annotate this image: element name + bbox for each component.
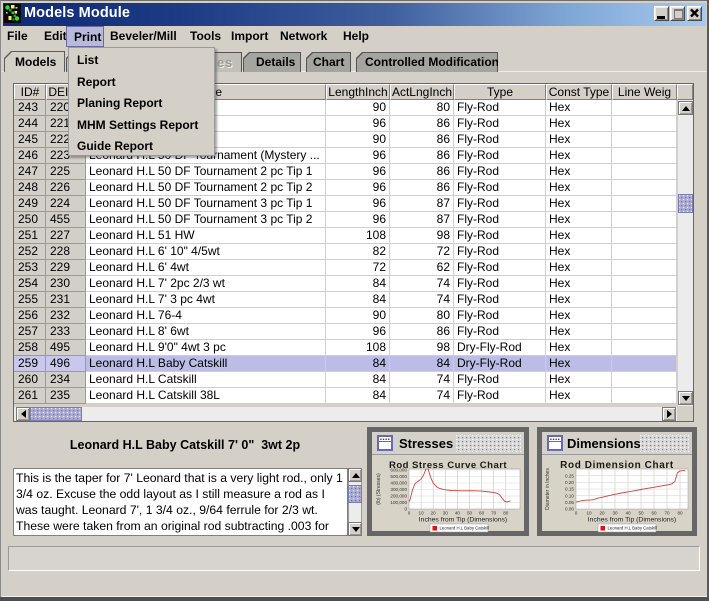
svg-text:200,000: 200,000: [390, 493, 407, 498]
svg-text:0: 0: [575, 510, 578, 515]
svg-text:40: 40: [455, 510, 461, 515]
svg-text:0.00: 0.00: [565, 506, 574, 511]
svg-text:0.25: 0.25: [565, 473, 574, 478]
svg-text:Leonard H.L Baby Catskill: Leonard H.L Baby Catskill: [608, 525, 658, 530]
svg-text:(lb) (Stresses): (lb) (Stresses): [376, 472, 382, 504]
svg-text:0.05: 0.05: [565, 499, 574, 504]
svg-text:60: 60: [479, 510, 485, 515]
svg-text:70: 70: [491, 510, 497, 515]
svg-text:80: 80: [503, 510, 509, 515]
svg-text:0.15: 0.15: [565, 486, 574, 491]
svg-text:100,000: 100,000: [390, 500, 407, 505]
svg-text:60: 60: [651, 510, 657, 515]
svg-text:50: 50: [467, 510, 473, 515]
svg-text:40: 40: [625, 510, 631, 515]
svg-text:Inches from Tip (Dimensions): Inches from Tip (Dimensions): [588, 516, 676, 523]
svg-text:50: 50: [638, 510, 644, 515]
svg-text:0: 0: [408, 510, 411, 515]
svg-text:10: 10: [419, 510, 425, 515]
svg-text:Inches from Tip (Dimensions): Inches from Tip (Dimensions): [419, 516, 507, 523]
svg-text:500,000: 500,000: [390, 474, 407, 479]
svg-text:Diameter in Inches: Diameter in Inches: [545, 467, 551, 509]
svg-text:30: 30: [612, 510, 618, 515]
svg-text:600,000: 600,000: [390, 467, 407, 472]
svg-text:Leonard H.L Baby Catskill: Leonard H.L Baby Catskill: [440, 525, 490, 530]
svg-text:30: 30: [443, 510, 449, 515]
svg-text:0.20: 0.20: [565, 479, 574, 484]
svg-text:300,000: 300,000: [390, 487, 407, 492]
svg-text:20: 20: [599, 510, 605, 515]
svg-text:80: 80: [677, 510, 683, 515]
svg-text:20: 20: [431, 510, 437, 515]
svg-text:70: 70: [664, 510, 670, 515]
svg-text:400,000: 400,000: [390, 480, 407, 485]
svg-text:0.10: 0.10: [565, 493, 574, 498]
svg-text:10: 10: [586, 510, 592, 515]
